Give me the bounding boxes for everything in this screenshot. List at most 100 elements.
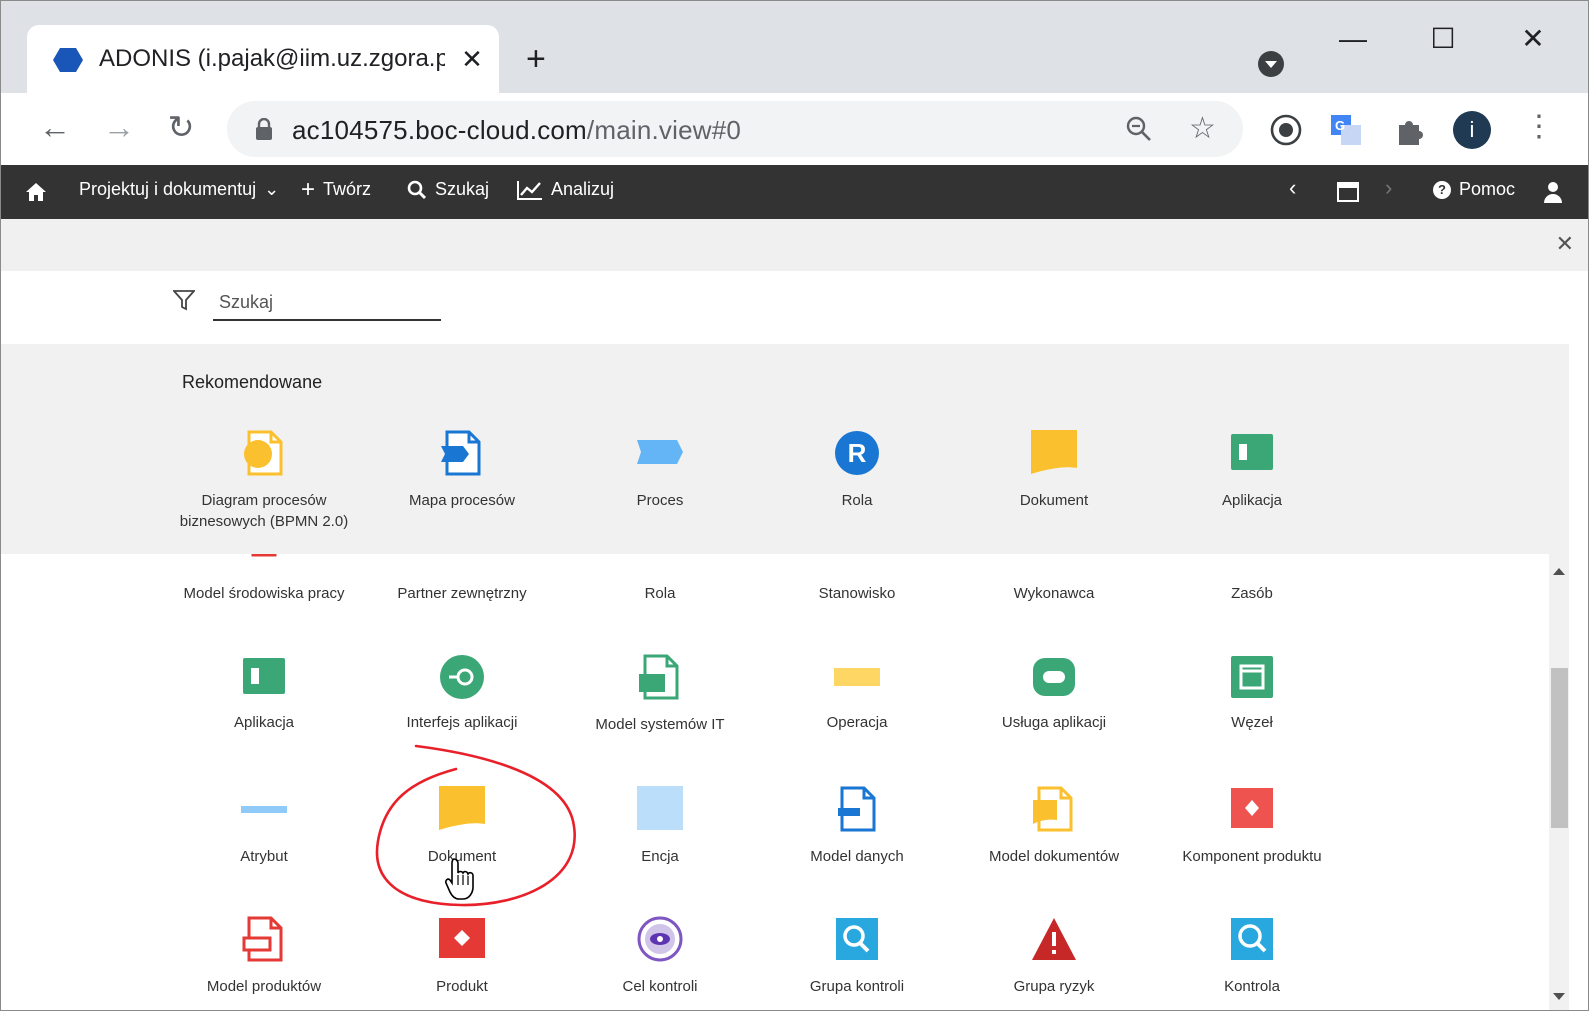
document-model-icon [1033,786,1073,832]
close-dialog-icon[interactable]: ✕ [1556,231,1574,257]
new-tab-button[interactable]: + [526,39,546,79]
process-icon [637,440,683,464]
url-text: ac104575.boc-cloud.com/main.view#0 [292,115,741,146]
url-host: ac104575.boc-cloud.com [292,115,587,145]
grid-item-label: Grupa ryzyk [1013,978,1095,995]
document-icon [439,786,485,830]
extension-github-icon[interactable] [1269,113,1303,147]
control-icon [1231,918,1273,960]
application-icon [1231,434,1273,470]
nav-back-icon[interactable]: ‹ [1289,175,1296,201]
svg-text:G: G [1335,118,1345,133]
grid-item-label: Wykonawca [1013,585,1095,602]
grid-item-label: Aplikacja [233,714,295,731]
grid-item-label: Produkt [436,978,488,995]
grid-item-label: Dokument [427,848,497,865]
nav-create-button[interactable]: + Twórz [301,175,371,203]
risk-group-icon [1032,918,1076,960]
zoom-icon[interactable] [1125,115,1153,143]
recommended-item-label: Dokument [1019,492,1089,509]
minimize-button[interactable]: — [1331,19,1375,59]
product-model-icon [242,916,283,962]
tab-title: ADONIS (i.pajak@iim.uz.zgora.pl) [99,45,445,72]
grid-item-label: Zasób [1231,585,1273,602]
recommended-item-label: Proces [636,492,684,509]
profile-avatar[interactable]: i [1453,111,1491,149]
nav-design-label: Projektuj i dokumentuj [79,179,257,199]
grid-item-label: Komponent produktu [1182,848,1322,865]
extension-translate-icon[interactable]: G [1329,113,1363,147]
product-icon [439,918,485,958]
browser-tab[interactable]: ADONIS (i.pajak@iim.uz.zgora.pl) ✕ [27,25,499,93]
lock-icon [256,118,272,140]
home-icon[interactable] [25,182,47,202]
control-group-icon [836,918,878,960]
address-bar[interactable]: ac104575.boc-cloud.com/main.view#0 ☆ [227,101,1243,157]
bookmark-star-icon[interactable]: ☆ [1189,111,1216,146]
product-component-icon [1231,788,1273,828]
scroll-up-icon[interactable] [1553,568,1565,575]
grid-item-label: Rola [644,585,676,602]
attribute-icon [241,806,287,813]
document-icon [1031,430,1077,474]
grid-item-label: Model danych [810,848,904,865]
grid-item-label: Partner zewnętrzny [397,585,527,602]
dialog-header: ✕ [1,219,1588,271]
tab-search-icon[interactable] [1258,51,1284,77]
search-input[interactable] [213,285,441,321]
bpmn-diagram-icon [244,430,283,476]
grid-scrollbar[interactable] [1549,554,1569,1010]
back-icon[interactable]: ← [35,107,75,147]
grid-item-label: Węzeł [1231,714,1273,731]
help-button[interactable]: ? Pomoc [1433,179,1515,200]
adonis-favicon-icon [53,48,83,72]
nav-analyze-label: Analizuj [551,179,615,199]
scrollbar-thumb[interactable] [1551,668,1568,828]
plus-icon: + [301,175,316,203]
grid-item-label: Model dokumentów [988,848,1120,865]
recommended-panel: Rekomendowane Diagram procesów biznesowy… [1,344,1569,554]
operation-icon [834,668,880,686]
nav-forward-icon[interactable]: › [1385,175,1392,201]
help-icon: ? [1433,180,1451,199]
svg-text:R: R [848,438,867,468]
node-icon [1231,656,1273,698]
window-icon[interactable] [1337,182,1359,202]
nav-search-button[interactable]: Szukaj [407,179,489,200]
recommended-title: Rekomendowane [182,372,323,392]
chevron-down-icon: ⌄ [264,179,280,199]
browser-menu-icon[interactable]: ⋮ [1519,107,1559,147]
search-icon [407,180,427,199]
grid-item-label: Usługa aplikacji [1001,714,1107,731]
app-nav-bar: Projektuj i dokumentuj ⌄ + Twórz Szukaj An… [1,165,1588,219]
grid-item-label: Model środowiska pracy [183,585,345,602]
reload-icon[interactable]: ↻ [161,107,201,147]
grid-item-label: Model produktów [206,978,322,995]
grid-item-label: Encja [641,848,679,865]
grid-item-label: Interfejs aplikacji [406,714,518,731]
maximize-button[interactable]: ☐ [1421,19,1465,59]
filter-icon[interactable] [173,289,195,311]
grid-item-label: Stanowisko [818,585,896,602]
grid-item-label: Operacja [826,714,888,731]
recommended-item-label: Rola [841,492,873,509]
tab-close-icon[interactable]: ✕ [457,41,487,77]
forward-icon[interactable]: → [99,107,139,147]
application-interface-icon [440,655,484,699]
grid-item-label: Kontrola [1224,978,1280,995]
recommended-item-label: Mapa procesów [409,492,515,509]
url-path: /main.view#0 [586,115,742,145]
application-icon [243,658,285,694]
chart-icon [517,180,542,200]
browser-toolbar: ← → ↻ ac104575.boc-cloud.com/main.view#0… [1,93,1588,165]
user-icon[interactable] [1544,181,1562,203]
scroll-down-icon[interactable] [1553,993,1565,1000]
nav-analyze-button[interactable]: Analizuj [517,179,614,200]
control-objective-icon [637,916,683,962]
extensions-puzzle-icon[interactable] [1393,113,1427,147]
nav-design-menu[interactable]: Projektuj i dokumentuj ⌄ [79,179,279,200]
close-window-button[interactable]: ✕ [1511,19,1555,59]
search-row [1,271,1588,344]
role-icon: R [835,431,879,475]
data-model-icon [838,786,876,832]
